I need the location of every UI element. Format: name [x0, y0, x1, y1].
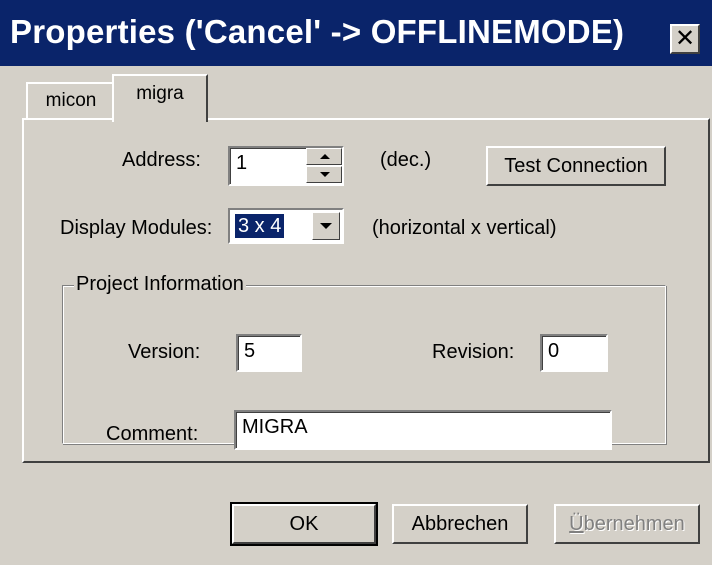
revision-label: Revision: [432, 341, 515, 363]
arrow-down-icon [320, 172, 330, 177]
chevron-down-icon [320, 223, 332, 229]
address-label: Address: [122, 149, 201, 171]
revision-input[interactable]: 0 [540, 334, 608, 372]
display-modules-dropdown-button[interactable] [312, 212, 340, 240]
apply-button: Übernehmen [554, 504, 700, 544]
apply-button-label: bernehmen [583, 513, 685, 535]
test-connection-button[interactable]: Test Connection [486, 146, 666, 186]
comment-input[interactable]: MIGRA [234, 410, 612, 450]
properties-dialog: Properties ('Cancel' -> OFFLINEMODE) ✕ m… [0, 0, 712, 565]
version-label: Version: [128, 341, 201, 363]
project-information-legend: Project Information [74, 272, 246, 296]
display-modules-value: 3 x 4 [233, 213, 286, 239]
address-spin-down-button[interactable] [306, 166, 342, 183]
ok-button[interactable]: OK [230, 502, 378, 546]
arrow-up-icon [320, 154, 330, 159]
version-input[interactable]: 5 [236, 334, 302, 372]
display-modules-label: Display Modules: [60, 217, 213, 239]
address-spin-up-button[interactable] [306, 148, 342, 165]
address-unit-label: (dec.) [380, 149, 432, 171]
comment-label: Comment: [106, 423, 199, 445]
apply-button-accelerator: Ü [569, 513, 584, 535]
cancel-button[interactable]: Abbrechen [392, 504, 528, 544]
display-modules-hint: (horizontal x vertical) [372, 217, 557, 239]
display-modules-select[interactable]: 3 x 4 [228, 208, 344, 244]
